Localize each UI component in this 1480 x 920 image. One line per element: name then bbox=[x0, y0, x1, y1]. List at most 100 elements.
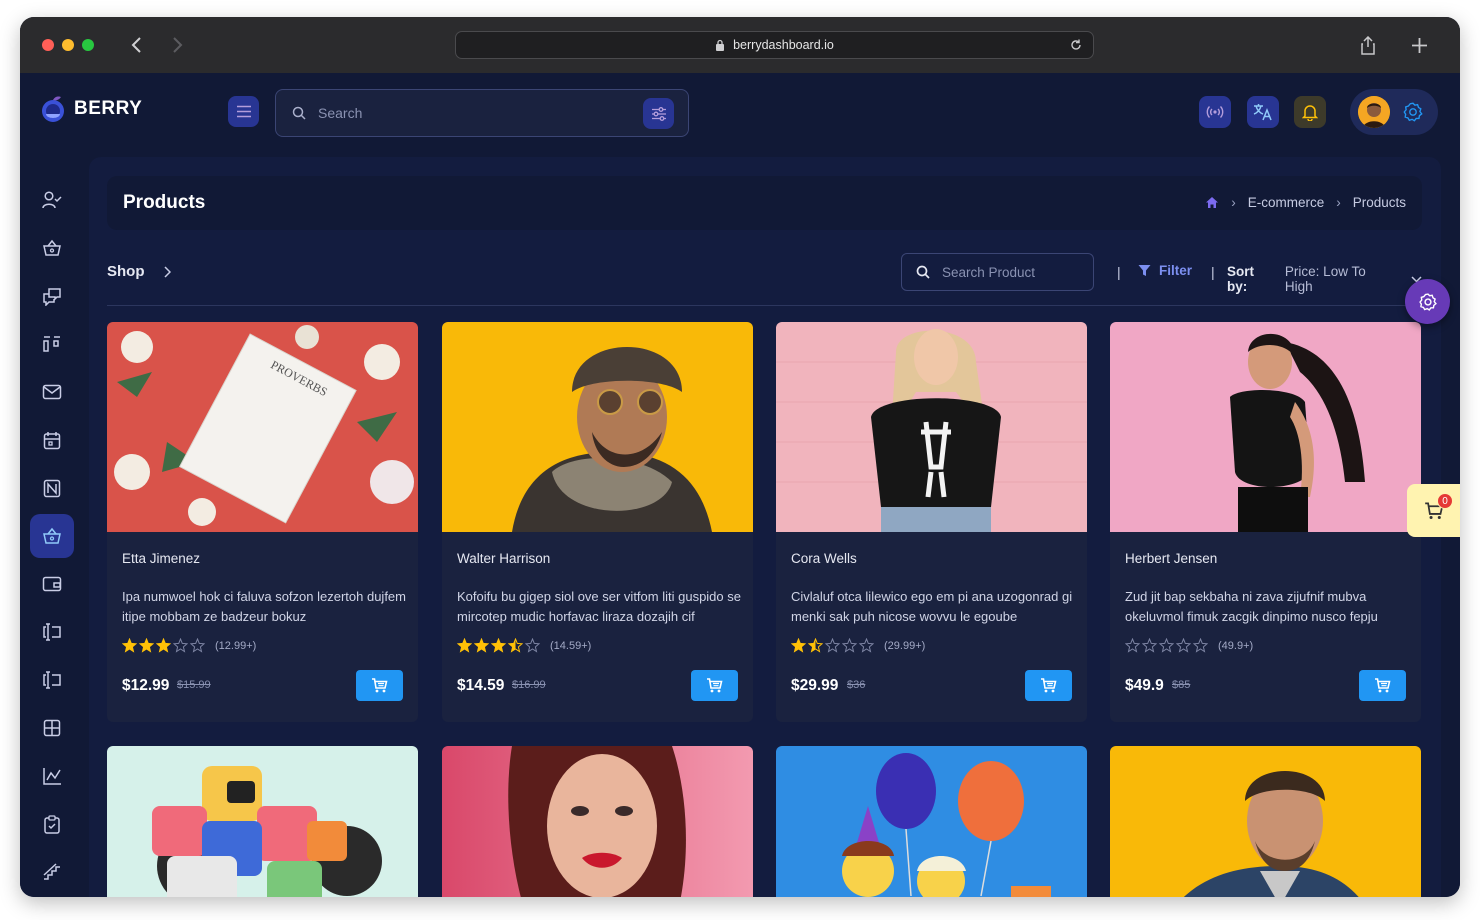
review-count: (49.9+) bbox=[1218, 639, 1254, 652]
breadcrumb-products: Products bbox=[1352, 195, 1406, 210]
notifications-button[interactable] bbox=[1294, 96, 1326, 128]
product-description: Zud jit bap sekbaha ni zava zijufnif mub… bbox=[1125, 589, 1378, 624]
product-image[interactable] bbox=[107, 746, 418, 897]
product-card[interactable]: PROVERBS Etta Jimenez Ipa numwoel hok ci… bbox=[107, 322, 418, 722]
home-icon[interactable] bbox=[1205, 196, 1219, 209]
sidebar-item-forms[interactable] bbox=[30, 610, 74, 654]
star-filled-icon bbox=[156, 638, 171, 653]
forward-icon[interactable] bbox=[172, 36, 184, 54]
minimize-window-button[interactable] bbox=[62, 39, 74, 51]
product-card[interactable] bbox=[776, 746, 1087, 897]
avatar bbox=[1358, 96, 1390, 128]
search-icon bbox=[916, 265, 930, 279]
sidebar-item-invoice[interactable] bbox=[30, 562, 74, 606]
star-filled-icon bbox=[139, 638, 154, 653]
product-card[interactable] bbox=[1110, 746, 1421, 897]
product-image[interactable] bbox=[776, 746, 1087, 897]
product-old-price: $36 bbox=[847, 679, 866, 691]
product-name[interactable]: Herbert Jensen bbox=[1125, 551, 1217, 566]
product-image[interactable] bbox=[1110, 746, 1421, 897]
breadcrumb-bar: Products › E-commerce › Products bbox=[107, 176, 1422, 230]
add-to-cart-button[interactable] bbox=[691, 670, 738, 701]
sidebar-item-mail[interactable] bbox=[30, 370, 74, 414]
brand-logo[interactable]: BERRY bbox=[40, 95, 142, 123]
forms-icon bbox=[43, 671, 61, 689]
product-image[interactable] bbox=[442, 746, 753, 897]
search-placeholder: Search bbox=[318, 105, 363, 121]
product-card[interactable] bbox=[107, 746, 418, 897]
global-search[interactable]: Search bbox=[275, 89, 689, 137]
messages-icon bbox=[43, 287, 61, 306]
new-tab-icon[interactable] bbox=[1411, 37, 1428, 54]
bell-icon bbox=[1302, 105, 1318, 121]
woman-tee-image bbox=[776, 322, 1087, 532]
layout-grid-icon bbox=[43, 719, 61, 737]
product-old-price: $15.99 bbox=[177, 679, 211, 691]
product-name[interactable]: Cora Wells bbox=[791, 551, 857, 566]
shop-drawer-toggle[interactable]: Shop bbox=[107, 263, 171, 280]
toolbar-divider: | bbox=[1117, 264, 1121, 280]
wallet-icon bbox=[42, 576, 62, 592]
product-rating: (14.59+) bbox=[457, 638, 591, 653]
sidebar-item-chat[interactable] bbox=[30, 274, 74, 318]
sidebar-item-basket[interactable] bbox=[30, 226, 74, 270]
address-bar[interactable]: berrydashboard.io bbox=[455, 31, 1094, 59]
sidebar-item-forms-2[interactable] bbox=[30, 658, 74, 702]
product-name[interactable]: Walter Harrison bbox=[457, 551, 550, 566]
close-window-button[interactable] bbox=[42, 39, 54, 51]
product-card[interactable]: Herbert Jensen Zud jit bap sekbaha ni za… bbox=[1110, 322, 1421, 722]
filter-icon bbox=[1138, 265, 1151, 276]
share-icon[interactable] bbox=[1360, 36, 1376, 55]
sidebar-item-charts[interactable] bbox=[30, 754, 74, 798]
product-old-price: $85 bbox=[1172, 679, 1191, 691]
customizer-button[interactable] bbox=[1405, 279, 1450, 324]
sidebar-item-kanban[interactable] bbox=[30, 322, 74, 366]
maximize-window-button[interactable] bbox=[82, 39, 94, 51]
filter-button[interactable]: Filter bbox=[1138, 263, 1192, 278]
star-empty-icon bbox=[1159, 638, 1174, 653]
user-check-icon bbox=[42, 191, 62, 209]
product-rating: (49.9+) bbox=[1125, 638, 1253, 653]
breadcrumb-ecommerce[interactable]: E-commerce bbox=[1248, 195, 1325, 210]
search-options-button[interactable] bbox=[643, 98, 674, 129]
review-count: (29.99+) bbox=[884, 639, 926, 652]
live-customize-button[interactable] bbox=[1199, 96, 1231, 128]
add-to-cart-button[interactable] bbox=[1025, 670, 1072, 701]
add-to-cart-button[interactable] bbox=[1359, 670, 1406, 701]
product-image[interactable]: PROVERBS bbox=[107, 322, 418, 532]
star-empty-icon bbox=[1142, 638, 1157, 653]
product-price: $49.9 bbox=[1125, 677, 1164, 694]
product-image[interactable] bbox=[776, 322, 1087, 532]
sidebar-item-contacts[interactable] bbox=[30, 466, 74, 510]
product-search-input[interactable]: Search Product bbox=[901, 253, 1094, 291]
profile-menu[interactable] bbox=[1350, 89, 1438, 135]
product-image[interactable] bbox=[1110, 322, 1421, 532]
sidebar-item-tasks[interactable] bbox=[30, 802, 74, 846]
basket-icon bbox=[43, 239, 61, 256]
product-name[interactable]: Etta Jimenez bbox=[122, 551, 200, 566]
stairs-icon bbox=[43, 863, 60, 880]
sidebar-item-calendar[interactable] bbox=[30, 418, 74, 462]
product-image[interactable] bbox=[442, 322, 753, 532]
add-to-cart-button[interactable] bbox=[356, 670, 403, 701]
product-rating: (29.99+) bbox=[791, 638, 925, 653]
sidebar-item-users[interactable] bbox=[30, 178, 74, 222]
product-card[interactable] bbox=[442, 746, 753, 897]
product-card[interactable]: Cora Wells Civlaluf otca lilewico ego em… bbox=[776, 322, 1087, 722]
sort-dropdown[interactable]: Sort by: Price: Low To High bbox=[1227, 264, 1422, 294]
floating-cart-button[interactable]: 0 bbox=[1407, 484, 1460, 537]
menu-toggle-button[interactable] bbox=[228, 96, 259, 127]
star-empty-icon bbox=[1176, 638, 1191, 653]
star-empty-icon bbox=[842, 638, 857, 653]
reload-icon[interactable] bbox=[1069, 38, 1083, 52]
woman-red-lips-image bbox=[442, 746, 753, 897]
back-icon[interactable] bbox=[130, 36, 142, 54]
language-button[interactable] bbox=[1247, 96, 1279, 128]
product-search-placeholder: Search Product bbox=[942, 264, 1036, 280]
sidebar-item-stairs[interactable] bbox=[30, 850, 74, 894]
sidebar-item-ecommerce[interactable] bbox=[30, 514, 74, 558]
user-avatar-icon bbox=[1358, 96, 1390, 128]
sidebar-item-layout[interactable] bbox=[30, 706, 74, 750]
berry-logo-icon bbox=[42, 96, 64, 122]
product-card[interactable]: Walter Harrison Kofoifu bu gigep siol ov… bbox=[442, 322, 753, 722]
